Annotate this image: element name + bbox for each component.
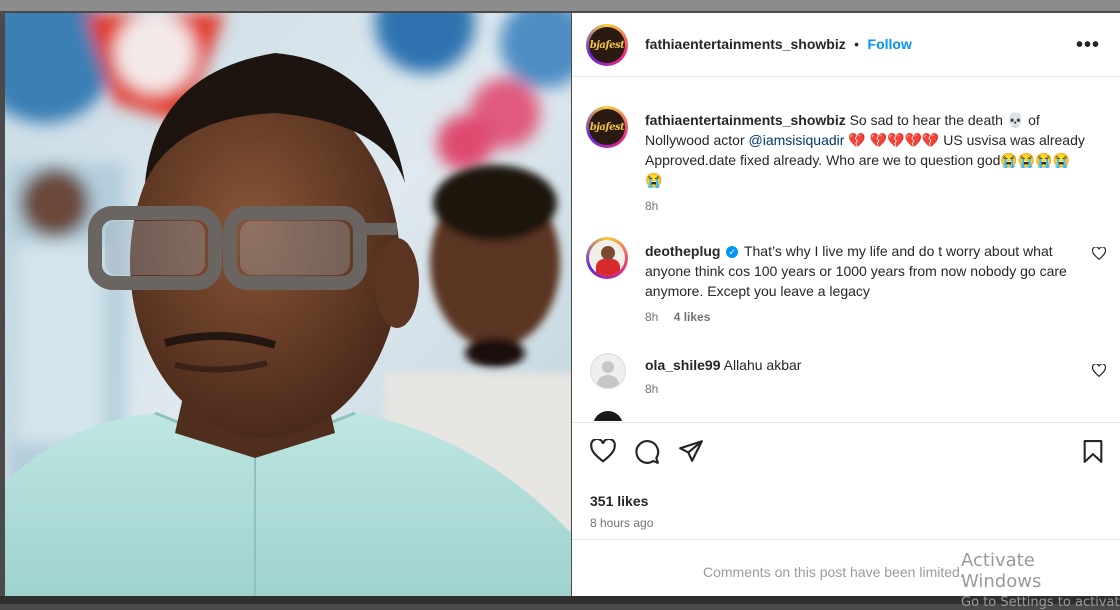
caption-text: fathiaentertainments_showbiz So sad to h… [645,110,1085,190]
watermark-title: Activate Windows [961,550,1042,592]
comment-likes[interactable]: 4 likes [674,310,711,324]
avatar-logo: bjafest [589,109,625,145]
comment-time[interactable]: 8h [645,382,658,396]
heart-icon[interactable] [1091,246,1107,265]
avatar-logo-text: bjafest [589,39,625,51]
author-username[interactable]: fathiaentertainments_showbiz [645,36,846,52]
bookmark-icon[interactable] [1082,439,1104,469]
post-photo[interactable] [5,13,571,596]
watermark-subtitle: Go to Settings to activate Windows. [961,595,1120,610]
comment-meta: 8h 4 likes [645,310,710,324]
post-timestamp[interactable]: 8 hours ago [590,516,653,530]
share-icon[interactable] [678,439,704,468]
follow-button[interactable]: Follow [868,36,912,52]
post-details-panel: bjafest fathiaentertainments_showbiz • F… [572,13,1120,596]
separator-dot: • [854,36,860,52]
more-icon[interactable]: ••• [1076,34,1100,57]
comment-text: deotheplug ✓ That’s why I live my life a… [645,241,1085,301]
comment-username[interactable]: deotheplug [645,243,720,259]
verified-icon: ✓ [726,246,739,259]
windows-activation-watermark: Activate Windows Go to Settings to activ… [961,550,1120,610]
caption-time[interactable]: 8h [645,199,658,213]
commenter-avatar[interactable] [590,353,626,389]
caption-mention[interactable]: @iamsisiquadir [749,132,845,148]
caption-avatar[interactable]: bjafest [586,106,628,148]
caption-username[interactable]: fathiaentertainments_showbiz [645,112,846,128]
avatar-photo [589,240,625,276]
window-top-bar [0,0,1120,11]
post-header: bjafest fathiaentertainments_showbiz • F… [572,13,1120,77]
heart-icon[interactable] [1091,363,1107,382]
commenter-avatar[interactable] [593,411,623,421]
likes-count[interactable]: 351 likes [590,493,648,509]
comment-icon[interactable] [634,439,660,470]
commenter-avatar[interactable] [586,237,628,279]
heart-icon[interactable] [590,437,616,468]
comment-text: ola_shile99 Allahu akbar [645,355,1085,375]
avatar-logo-text: bjafest [589,121,625,133]
comment-username[interactable]: ola_shile99 [645,357,721,373]
author-avatar[interactable]: bjafest [586,24,628,66]
avatar-logo: bjafest [589,27,625,63]
comment-body: Allahu akbar [723,357,802,373]
comments-limited-text: Comments on this post have been limited. [703,564,964,580]
post-photo-image [5,13,571,596]
window-bottom-strip [0,596,1120,604]
comments-list[interactable]: bjafest fathiaentertainments_showbiz So … [572,77,1120,421]
comment-time[interactable]: 8h [645,310,658,324]
